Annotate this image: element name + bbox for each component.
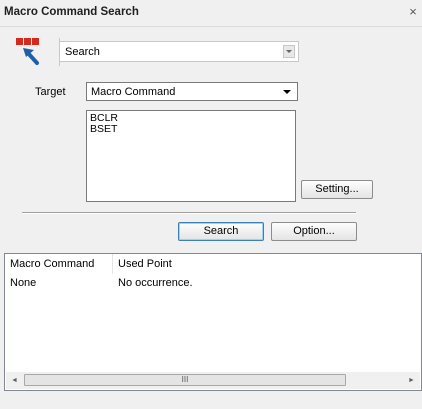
target-select[interactable]: Macro Command [86,82,298,101]
column-header[interactable]: Macro Command [5,254,113,274]
horizontal-scrollbar[interactable]: ◄ III ► [6,372,420,389]
target-label: Target [35,86,66,98]
macro-search-icon [16,38,50,68]
option-button[interactable]: Option... [271,222,357,241]
scroll-thumb[interactable]: III [24,374,346,386]
mode-combo[interactable]: Search [59,41,299,62]
scroll-right-icon[interactable]: ► [403,372,420,389]
table-cell: None [10,277,37,289]
scroll-left-icon[interactable]: ◄ [6,372,23,389]
close-button[interactable]: × [406,4,420,20]
macro-list[interactable]: BCLR BSET [86,110,296,202]
setting-button[interactable]: Setting... [301,180,373,199]
table-row[interactable]: None No occurrence. [5,276,421,290]
table-header: Macro Command Used Point [5,254,421,274]
chevron-down-icon[interactable] [283,45,295,58]
target-value: Macro Command [91,86,176,98]
results-table[interactable]: Macro Command Used Point None No occurre… [4,253,422,391]
list-item[interactable]: BSET [90,124,292,135]
mode-value: Search [65,46,100,58]
dropdown-arrow-icon[interactable] [283,90,291,94]
window-title: Macro Command Search [4,6,139,18]
title-bar: Macro Command Search × [0,0,422,27]
search-button[interactable]: Search [178,222,264,241]
divider [22,212,356,214]
column-header[interactable]: Used Point [113,254,422,274]
table-cell: No occurrence. [118,277,193,289]
list-item[interactable]: BCLR [90,113,292,124]
